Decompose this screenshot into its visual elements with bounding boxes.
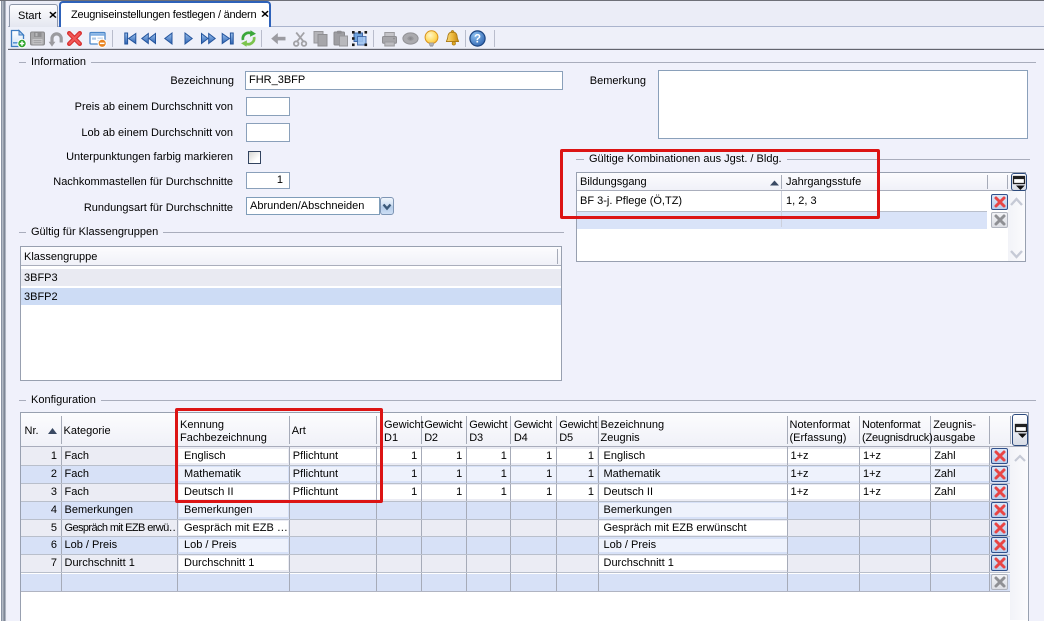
svg-text:?: ? [474,34,481,46]
